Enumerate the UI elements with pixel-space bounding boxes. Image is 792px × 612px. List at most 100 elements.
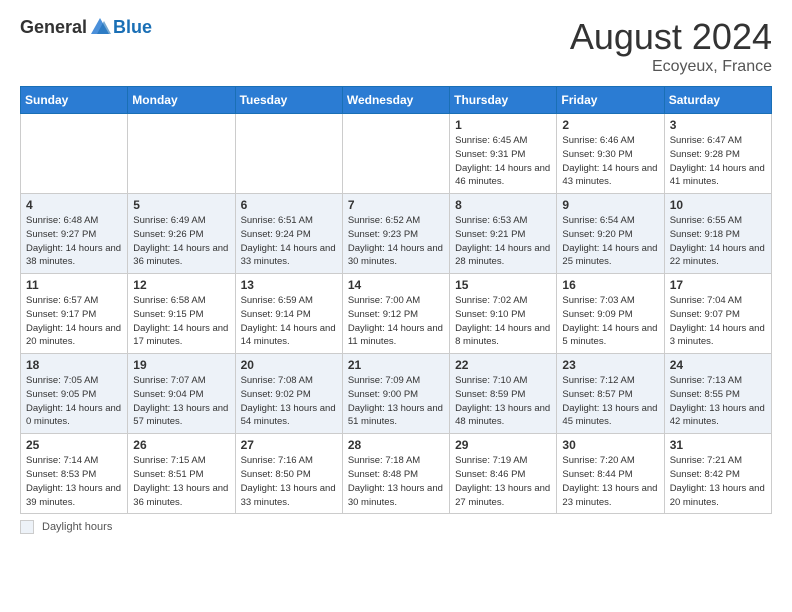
day-info: Sunrise: 7:19 AM Sunset: 8:46 PM Dayligh… [455, 454, 551, 509]
day-number: 4 [26, 198, 122, 212]
calendar-cell: 26 Sunrise: 7:15 AM Sunset: 8:51 PM Dayli… [128, 434, 235, 514]
calendar-cell: 24 Sunrise: 7:13 AM Sunset: 8:55 PM Dayli… [664, 354, 771, 434]
calendar-cell: 27 Sunrise: 7:16 AM Sunset: 8:50 PM Dayli… [235, 434, 342, 514]
day-number: 31 [670, 438, 766, 452]
day-number: 29 [455, 438, 551, 452]
day-info: Sunrise: 7:16 AM Sunset: 8:50 PM Dayligh… [241, 454, 337, 509]
month-year: August 2024 [570, 16, 772, 58]
calendar-cell: 12Sunrise: 6:58 AM Sunset: 9:15 PM Dayli… [128, 274, 235, 354]
calendar-cell: 17Sunrise: 7:04 AM Sunset: 9:07 PM Dayli… [664, 274, 771, 354]
day-info: Sunrise: 7:15 AM Sunset: 8:51 PM Dayligh… [133, 454, 229, 509]
calendar-cell: 29 Sunrise: 7:19 AM Sunset: 8:46 PM Dayli… [450, 434, 557, 514]
calendar-cell: 15Sunrise: 7:02 AM Sunset: 9:10 PM Dayli… [450, 274, 557, 354]
day-info: Sunrise: 6:57 AM Sunset: 9:17 PM Dayligh… [26, 294, 122, 349]
calendar-cell: 25Sunrise: 7:14 AM Sunset: 8:53 PM Dayli… [21, 434, 128, 514]
calendar-week-row: 18 Sunrise: 7:05 AM Sunset: 9:05 PM Dayli… [21, 354, 772, 434]
day-number: 18 [26, 358, 122, 372]
calendar-cell [128, 114, 235, 194]
day-number: 26 [133, 438, 229, 452]
calendar-cell: 7Sunrise: 6:52 AM Sunset: 9:23 PM Daylig… [342, 194, 449, 274]
day-number: 19 [133, 358, 229, 372]
calendar-cell [235, 114, 342, 194]
calendar-cell: 1 Sunrise: 6:45 AM Sunset: 9:31 PM Daylig… [450, 114, 557, 194]
day-number: 24 [670, 358, 766, 372]
day-info: Sunrise: 7:09 AM Sunset: 9:00 PM Dayligh… [348, 374, 444, 429]
day-info: Sunrise: 7:13 AM Sunset: 8:55 PM Dayligh… [670, 374, 766, 429]
day-number: 16 [562, 278, 658, 292]
day-info: Sunrise: 7:20 AM Sunset: 8:44 PM Dayligh… [562, 454, 658, 509]
calendar-header-wednesday: Wednesday [342, 87, 449, 114]
day-number: 23 [562, 358, 658, 372]
day-number: 5 [133, 198, 229, 212]
footer: Daylight hours [20, 520, 772, 534]
day-number: 11 [26, 278, 122, 292]
calendar-cell: 23 Sunrise: 7:12 AM Sunset: 8:57 PM Dayli… [557, 354, 664, 434]
calendar-cell: 2 Sunrise: 6:46 AM Sunset: 9:30 PM Daylig… [557, 114, 664, 194]
calendar-cell: 22 Sunrise: 7:10 AM Sunset: 8:59 PM Dayli… [450, 354, 557, 434]
logo-general: General [20, 17, 87, 38]
day-number: 27 [241, 438, 337, 452]
day-number: 1 [455, 118, 551, 132]
day-number: 9 [562, 198, 658, 212]
day-info: Sunrise: 7:00 AM Sunset: 9:12 PM Dayligh… [348, 294, 444, 349]
day-number: 8 [455, 198, 551, 212]
logo-icon [89, 16, 111, 38]
day-info: Sunrise: 6:53 AM Sunset: 9:21 PM Dayligh… [455, 214, 551, 269]
logo: General Blue [20, 16, 152, 38]
calendar-header-thursday: Thursday [450, 87, 557, 114]
calendar-cell: 18 Sunrise: 7:05 AM Sunset: 9:05 PM Dayli… [21, 354, 128, 434]
day-number: 13 [241, 278, 337, 292]
day-number: 6 [241, 198, 337, 212]
calendar-header-row: SundayMondayTuesdayWednesdayThursdayFrid… [21, 87, 772, 114]
calendar-header-monday: Monday [128, 87, 235, 114]
calendar-table: SundayMondayTuesdayWednesdayThursdayFrid… [20, 86, 772, 514]
location: Ecoyeux, France [570, 58, 772, 76]
calendar-cell: 28Sunrise: 7:18 AM Sunset: 8:48 PM Dayli… [342, 434, 449, 514]
calendar-cell: 5 Sunrise: 6:49 AM Sunset: 9:26 PM Daylig… [128, 194, 235, 274]
day-number: 2 [562, 118, 658, 132]
daylight-box [20, 520, 34, 534]
day-info: Sunrise: 7:12 AM Sunset: 8:57 PM Dayligh… [562, 374, 658, 429]
day-number: 10 [670, 198, 766, 212]
calendar-week-row: 25Sunrise: 7:14 AM Sunset: 8:53 PM Dayli… [21, 434, 772, 514]
logo-area: General Blue [20, 16, 152, 38]
calendar-header-sunday: Sunday [21, 87, 128, 114]
day-number: 15 [455, 278, 551, 292]
day-info: Sunrise: 7:18 AM Sunset: 8:48 PM Dayligh… [348, 454, 444, 509]
calendar-header-tuesday: Tuesday [235, 87, 342, 114]
calendar-week-row: 1 Sunrise: 6:45 AM Sunset: 9:31 PM Daylig… [21, 114, 772, 194]
day-info: Sunrise: 7:05 AM Sunset: 9:05 PM Dayligh… [26, 374, 122, 429]
day-info: Sunrise: 7:03 AM Sunset: 9:09 PM Dayligh… [562, 294, 658, 349]
calendar-cell: 20Sunrise: 7:08 AM Sunset: 9:02 PM Dayli… [235, 354, 342, 434]
day-number: 14 [348, 278, 444, 292]
calendar-cell: 31Sunrise: 7:21 AM Sunset: 8:42 PM Dayli… [664, 434, 771, 514]
daylight-label: Daylight hours [42, 521, 112, 533]
day-info: Sunrise: 6:46 AM Sunset: 9:30 PM Dayligh… [562, 134, 658, 189]
calendar-cell: 16 Sunrise: 7:03 AM Sunset: 9:09 PM Dayli… [557, 274, 664, 354]
day-info: Sunrise: 6:54 AM Sunset: 9:20 PM Dayligh… [562, 214, 658, 269]
day-number: 25 [26, 438, 122, 452]
day-number: 17 [670, 278, 766, 292]
day-number: 21 [348, 358, 444, 372]
day-number: 22 [455, 358, 551, 372]
day-info: Sunrise: 6:49 AM Sunset: 9:26 PM Dayligh… [133, 214, 229, 269]
header: General Blue August 2024 Ecoyeux, France [20, 16, 772, 76]
calendar-cell: 4Sunrise: 6:48 AM Sunset: 9:27 PM Daylig… [21, 194, 128, 274]
calendar-cell: 10 Sunrise: 6:55 AM Sunset: 9:18 PM Dayli… [664, 194, 771, 274]
day-info: Sunrise: 6:55 AM Sunset: 9:18 PM Dayligh… [670, 214, 766, 269]
calendar-cell [21, 114, 128, 194]
calendar-cell: 3 Sunrise: 6:47 AM Sunset: 9:28 PM Daylig… [664, 114, 771, 194]
calendar-cell: 14 Sunrise: 7:00 AM Sunset: 9:12 PM Dayli… [342, 274, 449, 354]
day-info: Sunrise: 6:45 AM Sunset: 9:31 PM Dayligh… [455, 134, 551, 189]
calendar-cell: 8 Sunrise: 6:53 AM Sunset: 9:21 PM Daylig… [450, 194, 557, 274]
calendar-week-row: 11 Sunrise: 6:57 AM Sunset: 9:17 PM Dayli… [21, 274, 772, 354]
calendar-cell: 9 Sunrise: 6:54 AM Sunset: 9:20 PM Daylig… [557, 194, 664, 274]
day-number: 20 [241, 358, 337, 372]
day-info: Sunrise: 7:10 AM Sunset: 8:59 PM Dayligh… [455, 374, 551, 429]
calendar-cell: 21 Sunrise: 7:09 AM Sunset: 9:00 PM Dayli… [342, 354, 449, 434]
calendar-cell: 19Sunrise: 7:07 AM Sunset: 9:04 PM Dayli… [128, 354, 235, 434]
day-number: 30 [562, 438, 658, 452]
calendar-cell: 11 Sunrise: 6:57 AM Sunset: 9:17 PM Dayli… [21, 274, 128, 354]
day-info: Sunrise: 6:47 AM Sunset: 9:28 PM Dayligh… [670, 134, 766, 189]
day-number: 3 [670, 118, 766, 132]
